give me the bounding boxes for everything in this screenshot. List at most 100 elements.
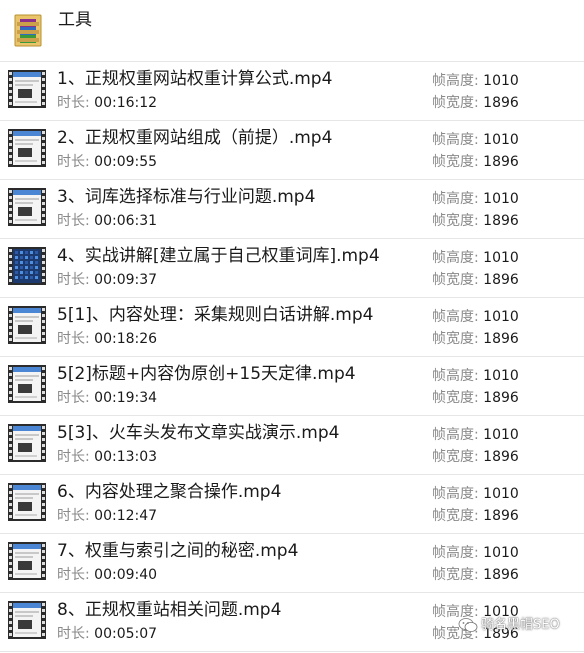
frame-height: 帧高度: 1010 xyxy=(432,190,519,208)
duration-label: 时长: xyxy=(57,449,90,465)
frame-width-value: 1896 xyxy=(483,449,519,465)
duration-label: 时长: xyxy=(57,272,90,288)
file-name: 5[3]、火车头发布文章实战演示.mp4 xyxy=(57,423,340,443)
frame-height-label: 帧高度: xyxy=(432,191,479,207)
file-row[interactable]: 1、正规权重网站权重计算公式.mp4 时长: 00:16:12 帧高度: 1010 帧… xyxy=(0,62,584,121)
frame-width-value: 1896 xyxy=(483,331,519,347)
duration-label: 时长: xyxy=(57,508,90,524)
frame-width-label: 帧宽度: xyxy=(432,449,479,465)
frame-height: 帧高度: 1010 xyxy=(432,426,519,444)
file-row[interactable]: 5[2]标题+内容伪原创+15天定律.mp4 时长: 00:19:34 帧高度: 1… xyxy=(0,357,584,416)
file-duration: 时长: 00:18:26 xyxy=(57,330,157,348)
frame-height-label: 帧高度: xyxy=(432,250,479,266)
video-thumbnail-icon xyxy=(8,424,46,462)
frame-height-value: 1010 xyxy=(483,545,519,561)
watermark-text: 骑名黑帽SEO xyxy=(481,617,560,633)
frame-height: 帧高度: 1010 xyxy=(432,485,519,503)
frame-height: 帧高度: 1010 xyxy=(432,131,519,149)
frame-width-label: 帧宽度: xyxy=(432,567,479,583)
frame-width-value: 1896 xyxy=(483,272,519,288)
duration-value: 00:09:37 xyxy=(94,272,158,288)
file-row[interactable]: 7、权重与索引之间的秘密.mp4 时长: 00:09:40 帧高度: 1010 帧宽度… xyxy=(0,534,584,593)
file-duration: 时长: 00:09:37 xyxy=(57,271,157,289)
video-thumbnail-icon xyxy=(8,542,46,580)
file-duration: 时长: 00:13:03 xyxy=(57,448,157,466)
video-thumbnail-icon xyxy=(8,365,46,403)
file-row[interactable]: 5[1]、内容处理：采集规则白话讲解.mp4 时长: 00:18:26 帧高度: 1… xyxy=(0,298,584,357)
frame-width-value: 1896 xyxy=(483,567,519,583)
file-duration: 时长: 00:16:12 xyxy=(57,94,157,112)
frame-width-value: 1896 xyxy=(483,95,519,111)
frame-width: 帧宽度: 1896 xyxy=(432,271,519,289)
file-row[interactable]: 2、正规权重网站组成（前提）.mp4 时长: 00:09:55 帧高度: 1010 帧… xyxy=(0,121,584,180)
folder-title: 工具 xyxy=(58,10,92,30)
duration-value: 00:09:40 xyxy=(94,567,158,583)
video-thumbnail-icon xyxy=(8,188,46,226)
duration-label: 时长: xyxy=(57,95,90,111)
video-thumbnail-icon xyxy=(8,129,46,167)
video-thumbnail-icon xyxy=(8,306,46,344)
frame-height-label: 帧高度: xyxy=(432,309,479,325)
duration-value: 00:12:47 xyxy=(94,508,158,524)
duration-value: 00:19:34 xyxy=(94,390,158,406)
file-name: 6、内容处理之聚合操作.mp4 xyxy=(57,482,282,502)
duration-label: 时长: xyxy=(57,154,90,170)
duration-label: 时长: xyxy=(57,626,90,642)
frame-width-value: 1896 xyxy=(483,213,519,229)
duration-label: 时长: xyxy=(57,390,90,406)
frame-height-value: 1010 xyxy=(483,486,519,502)
frame-height-value: 1010 xyxy=(483,250,519,266)
frame-height: 帧高度: 1010 xyxy=(432,72,519,90)
frame-height-value: 1010 xyxy=(483,132,519,148)
video-thumbnail-icon xyxy=(8,247,46,285)
frame-width-value: 1896 xyxy=(483,390,519,406)
file-duration: 时长: 00:05:07 xyxy=(57,625,157,643)
frame-height-value: 1010 xyxy=(483,368,519,384)
frame-height-value: 1010 xyxy=(483,427,519,443)
file-duration: 时长: 00:06:31 xyxy=(57,212,157,230)
frame-width-label: 帧宽度: xyxy=(432,213,479,229)
duration-value: 00:13:03 xyxy=(94,449,158,465)
wechat-icon xyxy=(458,618,478,632)
video-thumbnail-icon xyxy=(8,601,46,639)
frame-width-value: 1896 xyxy=(483,154,519,170)
file-duration: 时长: 00:12:47 xyxy=(57,507,157,525)
frame-width: 帧宽度: 1896 xyxy=(432,566,519,584)
frame-width: 帧宽度: 1896 xyxy=(432,389,519,407)
file-list: 1、正规权重网站权重计算公式.mp4 时长: 00:16:12 帧高度: 1010 帧… xyxy=(0,62,584,652)
frame-height: 帧高度: 1010 xyxy=(432,367,519,385)
file-name: 5[2]标题+内容伪原创+15天定律.mp4 xyxy=(57,364,356,384)
frame-width-label: 帧宽度: xyxy=(432,95,479,111)
duration-value: 00:18:26 xyxy=(94,331,158,347)
frame-width-label: 帧宽度: xyxy=(432,272,479,288)
frame-height: 帧高度: 1010 xyxy=(432,308,519,326)
frame-width-label: 帧宽度: xyxy=(432,390,479,406)
duration-value: 00:05:07 xyxy=(94,626,158,642)
winrar-folder-icon xyxy=(14,14,42,47)
file-row[interactable]: 3、词库选择标准与行业问题.mp4 时长: 00:06:31 帧高度: 1010 帧宽… xyxy=(0,180,584,239)
frame-height-label: 帧高度: xyxy=(432,545,479,561)
file-name: 4、实战讲解[建立属于自己权重词库].mp4 xyxy=(57,246,380,266)
file-name: 5[1]、内容处理：采集规则白话讲解.mp4 xyxy=(57,305,374,325)
duration-label: 时长: xyxy=(57,567,90,583)
frame-height-label: 帧高度: xyxy=(432,486,479,502)
frame-width: 帧宽度: 1896 xyxy=(432,507,519,525)
duration-label: 时长: xyxy=(57,331,90,347)
frame-height-label: 帧高度: xyxy=(432,368,479,384)
duration-value: 00:09:55 xyxy=(94,154,158,170)
file-duration: 时长: 00:09:55 xyxy=(57,153,157,171)
file-duration: 时长: 00:19:34 xyxy=(57,389,157,407)
video-thumbnail-icon xyxy=(8,70,46,108)
frame-height: 帧高度: 1010 xyxy=(432,249,519,267)
file-name: 2、正规权重网站组成（前提）.mp4 xyxy=(57,128,333,148)
frame-height-value: 1010 xyxy=(483,191,519,207)
frame-height-value: 1010 xyxy=(483,73,519,89)
file-row[interactable]: 5[3]、火车头发布文章实战演示.mp4 时长: 00:13:03 帧高度: 101… xyxy=(0,416,584,475)
file-row[interactable]: 4、实战讲解[建立属于自己权重词库].mp4 时长: 00:09:37 帧高度: 1… xyxy=(0,239,584,298)
file-row[interactable]: 6、内容处理之聚合操作.mp4 时长: 00:12:47 帧高度: 1010 帧宽度:… xyxy=(0,475,584,534)
frame-height-label: 帧高度: xyxy=(432,132,479,148)
file-name: 8、正规权重站相关问题.mp4 xyxy=(57,600,282,620)
frame-height: 帧高度: 1010 xyxy=(432,544,519,562)
video-thumbnail-icon xyxy=(8,483,46,521)
watermark: 骑名黑帽SEO xyxy=(458,617,560,634)
